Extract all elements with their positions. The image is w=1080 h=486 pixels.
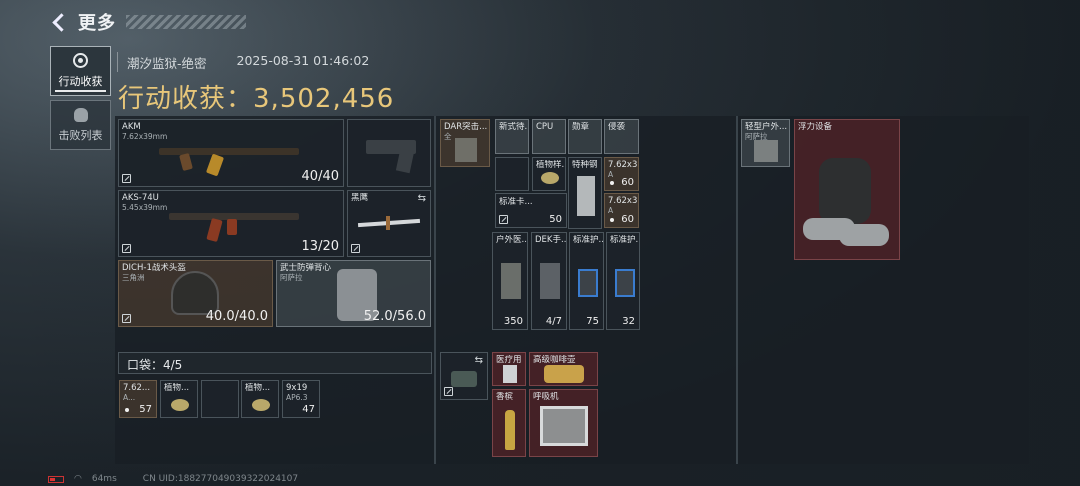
rig-item[interactable]: CPU xyxy=(532,119,566,154)
pocket-slot[interactable]: 7.62... A... 57 xyxy=(119,380,157,418)
lock-icon xyxy=(351,244,360,253)
armor-slot[interactable]: 武士防弹背心 阿萨拉 52.0/56.0 xyxy=(276,260,431,327)
rig-item[interactable]: 标准护... 75 xyxy=(569,232,604,330)
match-meta: 潮汐监狱-绝密 2025-08-31 01:46:02 xyxy=(127,53,369,72)
rig-item[interactable] xyxy=(495,157,529,191)
sample-icon xyxy=(171,399,189,411)
match-datetime: 2025-08-31 01:46:02 xyxy=(236,53,370,68)
lock-icon xyxy=(122,244,131,253)
rig-item[interactable]: 侵袭 xyxy=(604,119,639,154)
primary-weapon-slot[interactable]: AKM 7.62x39mm 40/40 xyxy=(118,119,344,187)
back-arrow-icon[interactable] xyxy=(52,13,68,31)
status-bar: ◠ 64ms CN UID:18827704903932202410​7 xyxy=(48,474,298,484)
ammo-count: 13/20 xyxy=(301,239,339,254)
rig-item[interactable]: 植物样... xyxy=(532,157,566,191)
backpack-icon xyxy=(451,371,477,387)
rig-icon xyxy=(455,138,477,162)
loot-value: 行动收获：3,502,456 xyxy=(118,84,395,114)
tab-action-loot[interactable]: 行动收获 xyxy=(50,46,111,96)
loot-icon xyxy=(73,53,88,68)
secondary-weapon-slot[interactable]: AKS-74U 5.45x39mm 13/20 xyxy=(118,190,344,257)
battery-icon xyxy=(48,475,64,483)
swap-icon[interactable]: ⇆ xyxy=(418,193,426,204)
rig-item[interactable]: 勋章 xyxy=(568,119,602,154)
backpack-item[interactable]: 高级咖啡壶 xyxy=(529,352,598,386)
rig-item[interactable]: 7.62x3...A 60 xyxy=(604,193,639,228)
wifi-icon: ◠ xyxy=(74,474,82,484)
ammo-count: 40/40 xyxy=(301,169,339,184)
pocket-slot[interactable]: 植物... xyxy=(160,380,198,418)
tank-icon xyxy=(819,158,871,224)
rig-item[interactable]: 特种钢 xyxy=(568,157,602,229)
backpack-slot[interactable]: ⇆ xyxy=(440,352,488,400)
backpack-item[interactable]: 呼吸机 xyxy=(529,389,598,457)
pocket-slot[interactable]: 9x19 AP6.3 47 xyxy=(282,380,320,418)
pistol-slot[interactable] xyxy=(347,119,431,187)
backpack-item[interactable]: 医疗用 xyxy=(492,352,526,386)
rifle-icon xyxy=(159,148,299,155)
rig-item[interactable]: DEK手... 4/7 xyxy=(531,232,567,330)
lock-icon xyxy=(122,174,131,183)
melee-slot[interactable]: 黑鹰 ⇆ xyxy=(347,190,431,257)
skull-icon xyxy=(73,107,88,122)
pocket-header: 口袋：4/5 xyxy=(118,352,432,374)
rig-item[interactable]: 标准卡... 50 xyxy=(495,193,567,228)
rig-item[interactable]: 标准护... 32 xyxy=(606,232,640,330)
ping: 64ms xyxy=(91,474,117,484)
buoyancy-device-slot[interactable]: 浮力设备 xyxy=(794,119,900,260)
lock-icon xyxy=(122,314,131,323)
pocket-slot[interactable] xyxy=(201,380,239,418)
durability: 52.0/56.0 xyxy=(363,309,426,324)
helmet-slot[interactable]: DICH-1战术头盔 三角洲 40.0/40.0 xyxy=(118,260,273,327)
decorative-stripes xyxy=(126,15,246,29)
rig-item[interactable]: 户外医... 350 xyxy=(492,232,528,330)
tab-label: 行动收获 xyxy=(58,75,103,88)
header-bar: 更多 xyxy=(52,10,246,34)
rig-item[interactable]: 新式待... xyxy=(495,119,529,154)
sample-icon xyxy=(252,399,270,411)
durability: 40.0/40.0 xyxy=(205,309,268,324)
safe-box-slot[interactable]: 轻型户外... 阿萨拉 xyxy=(741,119,790,167)
rig-item[interactable]: 7.62x3...A 60 xyxy=(604,157,639,191)
tab-label: 击败列表 xyxy=(58,128,103,142)
pocket-slot[interactable]: 植物... xyxy=(241,380,279,418)
backpack-item[interactable]: 香槟 xyxy=(492,389,526,457)
page-title: 更多 xyxy=(78,13,116,34)
uid: CN UID:18827704903932202410​7 xyxy=(142,474,299,484)
chest-rig-slot[interactable]: DAR突击... 全 xyxy=(440,119,490,167)
map-name: 潮汐监狱-绝密 xyxy=(127,56,207,71)
tab-defeat-list[interactable]: 击败列表 xyxy=(50,100,111,150)
